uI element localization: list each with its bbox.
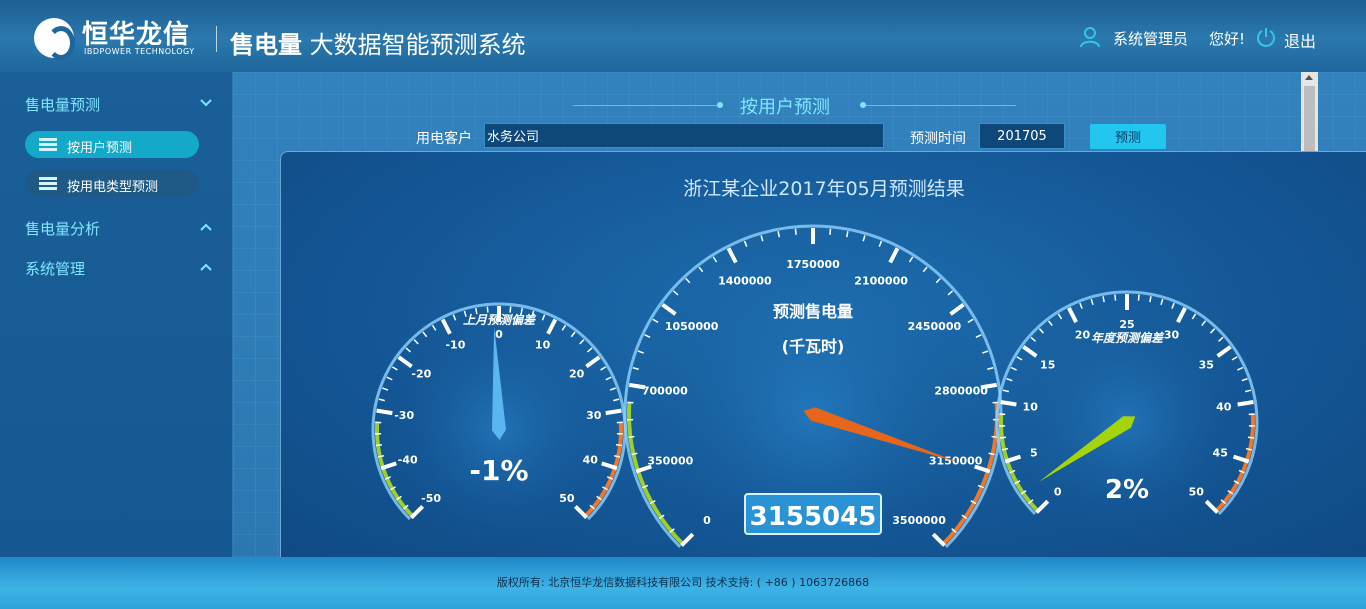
nav-group-sales-forecast[interactable]: 售电量预测: [25, 94, 215, 115]
nav-group-sales-analysis[interactable]: 售电量分析: [25, 218, 215, 239]
list-icon: [39, 138, 57, 151]
sidebar-item-label: 按用户预测: [67, 141, 133, 156]
gauge-major-tick: [1000, 400, 1017, 407]
nav-group-label: 系统管理: [25, 260, 86, 278]
section-dot-left: [717, 102, 723, 108]
chevron-up-icon: [200, 263, 212, 271]
gauge-tick-label: 25: [1119, 318, 1134, 331]
gauge-tick-label: 0: [495, 328, 503, 341]
gauge-tick-label: 5: [1030, 446, 1038, 459]
gauge-tick-label: 0: [703, 514, 711, 527]
gauge-tick-label: 700000: [642, 385, 688, 398]
gauge-tick-label: 10: [535, 338, 551, 351]
gauge-tick-label: -40: [398, 454, 418, 467]
predict-button[interactable]: 预测: [1090, 124, 1166, 149]
gauge-value: 2%: [1105, 475, 1149, 505]
logout-link[interactable]: 退出: [1284, 28, 1316, 52]
sidebar-item-by-type[interactable]: 按用电类型预测: [25, 170, 199, 197]
footer: 版权所有: 北京恒华龙信数据科技有限公司 技术支持: ( +86 ) 10637…: [0, 557, 1366, 609]
gauge-major-tick: [376, 408, 393, 416]
section-line-left: [573, 105, 723, 106]
gauge-title: 上月预测偏差: [463, 313, 537, 327]
company-logo-text: 恒华龙信: [82, 20, 191, 50]
app-title-rest: 大数据智能预测系统: [302, 31, 526, 59]
gauge-tick-label: -20: [411, 368, 431, 381]
nav-group-label: 售电量预测: [25, 96, 101, 114]
gauge-tick-label: 15: [1040, 358, 1055, 371]
power-icon[interactable]: [1256, 26, 1276, 48]
gauge-tick-label: 1400000: [718, 274, 772, 287]
gauge-tick-label: -30: [394, 409, 414, 422]
gauge-tick-label: 30: [1164, 329, 1180, 342]
section-line-right: [866, 105, 1016, 106]
gauge-minor-tick: [999, 436, 1007, 439]
gauge-tick-label: 2450000: [908, 320, 962, 333]
company-logo-subtext: IBDPOWER TECHNOLOGY: [84, 47, 195, 56]
gauge-major-tick: [1237, 400, 1254, 407]
gauge-minor-tick: [829, 228, 832, 235]
scroll-up-arrow-icon[interactable]: [1305, 75, 1313, 80]
gauges-canvas: -50-40-30-20-1001020304050上月预测偏差-1%03500…: [367, 220, 1263, 558]
nav-group-label: 售电量分析: [25, 220, 101, 238]
gauge-tick-label: 20: [1075, 329, 1091, 342]
gauge-title: 预测售电量: [773, 302, 853, 321]
nav-group-system-admin[interactable]: 系统管理: [25, 258, 215, 279]
scrollbar-thumb[interactable]: [1304, 86, 1315, 152]
main-content: 按用户预测 用电客户 预测时间 预测 浙江某企业2017年05月预测结果 -50…: [233, 72, 1366, 558]
gauge-tick-label: 10: [1023, 401, 1039, 414]
gauge-tick-label: 45: [1213, 446, 1228, 459]
chevron-down-icon: [200, 99, 212, 107]
sidebar-item-by-user[interactable]: 按用户预测: [25, 131, 199, 158]
sidebar-item-label: 按用电类型预测: [67, 180, 159, 195]
gauge-tick-label: 35: [1199, 358, 1214, 371]
customer-input[interactable]: [484, 123, 884, 148]
time-label: 预测时间: [910, 131, 966, 147]
sidebar: 售电量预测 按用户预测 按用电类型预测 售电量分析 系统管理: [0, 72, 233, 557]
gauge-minor-tick: [794, 228, 797, 235]
gauge-tick-label: 50: [1189, 485, 1205, 498]
gauge-tick-label: 30: [586, 409, 602, 422]
gauge-minor-tick: [1137, 294, 1140, 301]
gauge-minor-tick: [615, 444, 623, 447]
time-input[interactable]: [979, 123, 1065, 149]
gauge-minor-tick: [1114, 294, 1117, 301]
gauge-minor-tick: [628, 435, 635, 439]
gauge-tick-label: 40: [1216, 401, 1232, 414]
header-bar: 恒华龙信 IBDPOWER TECHNOLOGY 售电量 大数据智能预测系统 系…: [0, 0, 1366, 72]
user-name[interactable]: 系统管理员: [1113, 28, 1188, 49]
gauge-title: 年度预测偏差: [1091, 331, 1165, 345]
gauge-minor-tick: [486, 306, 489, 313]
list-icon: [39, 177, 57, 190]
gauge-tick-label: 2800000: [934, 385, 988, 398]
gauge-unit: (千瓦时): [782, 337, 845, 356]
gauge-value: -1%: [469, 454, 528, 487]
gauge-tick-label: 40: [583, 454, 599, 467]
gauge-tick-label: 3500000: [892, 514, 946, 527]
gauge-minor-tick: [375, 444, 383, 447]
footer-copyright: 版权所有: 北京恒华龙信数据科技有限公司 技术支持: ( +86 ) 10637…: [496, 576, 870, 589]
greeting-text: 您好!: [1209, 30, 1246, 48]
gauge-tick-label: 1050000: [665, 320, 719, 333]
gauge-tick-label: -50: [421, 492, 441, 505]
gauge-minor-tick: [1247, 436, 1255, 439]
gauge-tick-label: 20: [569, 368, 585, 381]
result-panel: 浙江某企业2017年05月预测结果 -50 -40 -30 -20 -10 0 10 20 30…: [280, 151, 1366, 558]
gauge-tick-label: 2100000: [854, 274, 908, 287]
gauge-tick-label: 350000: [647, 454, 693, 467]
gauge-tick-label: 1750000: [786, 258, 840, 271]
company-logo-icon: [34, 18, 75, 60]
gauge-value: 3155045: [750, 502, 877, 532]
header-divider: [216, 26, 217, 52]
user-icon: [1080, 27, 1100, 48]
gauge-tick-label: -10: [445, 338, 465, 351]
section-title: 按用户预测: [740, 97, 830, 118]
chevron-up-icon: [200, 223, 212, 231]
gauge-tick-label: 50: [559, 492, 575, 505]
customer-label: 用电客户: [416, 131, 472, 147]
gauge-minor-tick: [509, 306, 512, 313]
app-title-bold: 售电量: [230, 31, 302, 59]
app-title: 售电量 大数据智能预测系统: [230, 25, 526, 60]
gauge-tick-label: 0: [1054, 485, 1062, 498]
